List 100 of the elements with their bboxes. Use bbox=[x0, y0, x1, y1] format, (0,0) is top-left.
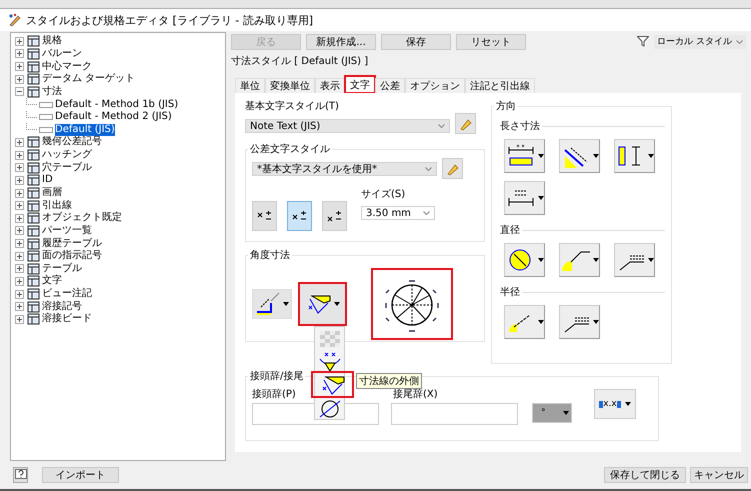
format-button[interactable]: x.x bbox=[594, 389, 636, 419]
tree-item[interactable]: バルーン bbox=[42, 48, 82, 60]
pencil-app-icon bbox=[8, 13, 22, 27]
style-category-icon bbox=[27, 212, 40, 224]
expand-icon[interactable] bbox=[15, 302, 24, 312]
tolerance-format-button[interactable] bbox=[322, 201, 347, 231]
orientation-button[interactable] bbox=[504, 181, 545, 215]
expand-icon[interactable] bbox=[15, 239, 24, 248]
tree-item[interactable]: テーブル bbox=[42, 262, 82, 275]
tree-item[interactable]: 溶接記号 bbox=[42, 300, 82, 313]
chevron-down-icon bbox=[425, 166, 432, 170]
text-style-dropdown[interactable]: Note Text (JIS) bbox=[245, 119, 450, 133]
orientation-button[interactable] bbox=[614, 243, 655, 277]
menu-item[interactable] bbox=[313, 373, 352, 396]
tree-item[interactable]: 溶接ビード bbox=[42, 313, 92, 326]
tree-item[interactable]: 規格 bbox=[42, 35, 62, 48]
orientation-button[interactable] bbox=[559, 305, 600, 339]
tree-item[interactable]: ハッチング bbox=[42, 149, 92, 162]
expand-icon[interactable] bbox=[15, 36, 24, 46]
expand-icon[interactable] bbox=[15, 252, 24, 261]
tab[interactable]: 単位 bbox=[235, 78, 265, 93]
section-title: 半径 bbox=[500, 286, 520, 299]
tolerance-format-button[interactable] bbox=[252, 201, 277, 231]
tab[interactable]: 変換単位 bbox=[265, 78, 315, 93]
symbol-dropdown[interactable]: ° bbox=[532, 403, 572, 423]
caret-icon bbox=[592, 320, 598, 324]
tree-item[interactable]: Default - Method 1b (JIS) bbox=[55, 98, 178, 111]
toolbar-button[interactable]: 新規作成... bbox=[306, 34, 376, 50]
angle-text-position-button[interactable] bbox=[298, 282, 347, 326]
collapse-icon[interactable] bbox=[15, 87, 24, 96]
import-button[interactable]: インポート bbox=[42, 467, 119, 483]
dimension-orientation-icon bbox=[506, 144, 536, 168]
text-style-dropdown[interactable]: *基本文字スタイルを使用* bbox=[252, 162, 437, 176]
tree-item[interactable]: Default (JIS) bbox=[55, 124, 115, 136]
style-category-icon bbox=[27, 224, 40, 237]
expand-icon[interactable] bbox=[15, 138, 24, 147]
tree-item[interactable]: パーツ一覧 bbox=[42, 224, 92, 237]
help-button[interactable] bbox=[13, 467, 28, 483]
tree-item[interactable]: 幾何公差記号 bbox=[42, 136, 102, 148]
expand-icon[interactable] bbox=[15, 214, 24, 223]
style-category-icon bbox=[27, 238, 40, 250]
tolerance-format-button[interactable] bbox=[287, 201, 312, 231]
expand-icon[interactable] bbox=[15, 276, 24, 286]
expand-icon[interactable] bbox=[15, 201, 24, 210]
style-category-icon bbox=[27, 60, 40, 73]
orientation-button[interactable] bbox=[504, 139, 545, 173]
orientation-button[interactable] bbox=[614, 139, 655, 173]
help-icon bbox=[14, 469, 26, 481]
filter-dropdown[interactable]: ローカル スタイル bbox=[654, 34, 746, 48]
tree-item[interactable]: 文字 bbox=[42, 275, 62, 288]
style-category-icon bbox=[27, 86, 40, 98]
style-category-icon bbox=[27, 300, 40, 313]
tree-item[interactable]: ID bbox=[42, 174, 53, 186]
tree-item[interactable]: 引出線 bbox=[42, 200, 72, 212]
tree-item[interactable]: データム ターゲット bbox=[42, 73, 136, 86]
expand-icon[interactable] bbox=[15, 188, 24, 198]
tree-item[interactable]: Default - Method 2 (JIS) bbox=[55, 111, 172, 124]
toolbar-button[interactable]: 保存 bbox=[381, 34, 451, 50]
tab[interactable]: 注記と引出線 bbox=[465, 78, 535, 93]
tree-item[interactable]: 中心マーク bbox=[42, 60, 92, 73]
style-category-icon bbox=[27, 35, 40, 48]
tree-item[interactable]: ビュー注記 bbox=[42, 288, 92, 300]
tree-item[interactable]: 履歴テーブル bbox=[42, 238, 102, 250]
section-title: 直径 bbox=[500, 224, 520, 237]
expand-icon[interactable] bbox=[15, 226, 24, 236]
caret-icon bbox=[592, 258, 598, 262]
style-heading: 寸法スタイル [ Default (JIS) ] bbox=[231, 54, 370, 69]
expand-icon[interactable] bbox=[15, 176, 24, 185]
angle-orientation-button[interactable] bbox=[252, 289, 292, 319]
expand-icon[interactable] bbox=[15, 290, 24, 299]
style-category-icon bbox=[27, 200, 40, 212]
tab[interactable]: 公差 bbox=[375, 78, 405, 93]
expand-icon[interactable] bbox=[15, 314, 24, 324]
size-dropdown[interactable]: 3.50 mm bbox=[361, 206, 435, 220]
tree-item[interactable]: 穴テーブル bbox=[42, 162, 92, 174]
expand-icon[interactable] bbox=[15, 150, 24, 160]
orientation-button[interactable] bbox=[504, 243, 545, 277]
tab[interactable]: オプション bbox=[405, 78, 465, 93]
orientation-button[interactable] bbox=[559, 243, 600, 277]
expand-icon[interactable] bbox=[15, 49, 24, 58]
tab[interactable]: 文字 bbox=[345, 76, 375, 93]
chevron-down-icon bbox=[736, 40, 743, 44]
cancel-button[interactable]: キャンセル bbox=[690, 467, 748, 483]
expand-icon[interactable] bbox=[15, 163, 24, 172]
edit-button[interactable] bbox=[455, 113, 476, 134]
expand-icon[interactable] bbox=[15, 264, 24, 274]
tree-item[interactable]: 画層 bbox=[42, 187, 62, 199]
edit-button[interactable] bbox=[442, 158, 463, 179]
toolbar-button[interactable]: リセット bbox=[456, 34, 526, 50]
expand-icon[interactable] bbox=[15, 62, 24, 72]
tree-item[interactable]: オブジェクト既定 bbox=[42, 212, 122, 224]
expand-icon[interactable] bbox=[15, 74, 24, 84]
tab[interactable]: 表示 bbox=[315, 78, 345, 93]
orientation-button[interactable] bbox=[559, 139, 600, 173]
style-category-icon bbox=[27, 174, 40, 186]
style-category-icon bbox=[27, 313, 40, 326]
save-and-close-button[interactable]: 保存して閉じる bbox=[604, 467, 686, 483]
suffix-field[interactable] bbox=[391, 403, 518, 425]
tree-item[interactable]: 寸法 bbox=[42, 86, 62, 98]
tree-item[interactable]: 面の指示記号 bbox=[42, 250, 102, 262]
